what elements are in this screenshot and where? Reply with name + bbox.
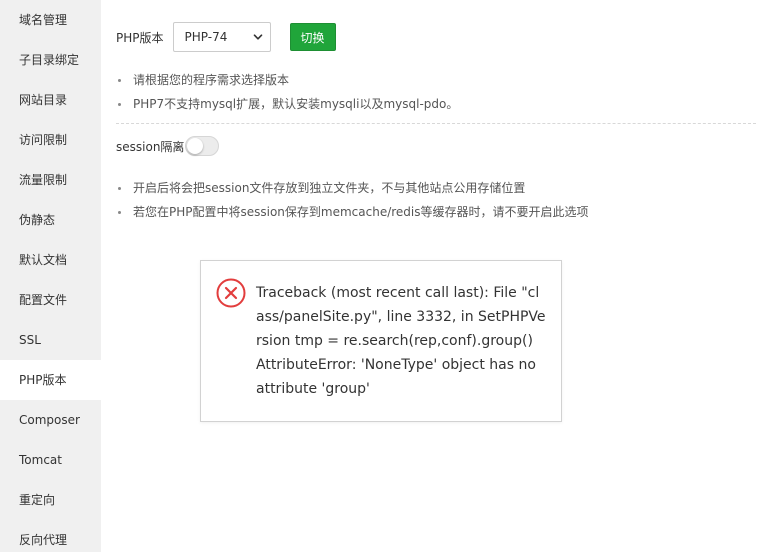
php-version-row: PHP版本 PHP-74 切换	[116, 22, 336, 52]
sidebar-item-subdir-binding[interactable]: 子目录绑定	[0, 40, 101, 80]
sidebar-item-access-limit[interactable]: 访问限制	[0, 120, 101, 160]
session-isolation-label: session隔离	[116, 139, 185, 154]
main-content: PHP版本 PHP-74 切换 请根据您的程序需求选择版本 PHP7不支持mys…	[101, 0, 766, 552]
error-circle-icon	[216, 278, 246, 308]
sidebar-item-php-version[interactable]: PHP版本	[0, 360, 101, 400]
list-item: 若您在PHP配置中将session保存到memcache/redis等缓存器时，…	[118, 200, 589, 224]
php-tips-list: 请根据您的程序需求选择版本 PHP7不支持mysql扩展，默认安装mysqli以…	[118, 68, 458, 116]
sidebar-item-traffic-limit[interactable]: 流量限制	[0, 160, 101, 200]
error-dialog: Traceback (most recent call last): File …	[200, 260, 562, 422]
sidebar-item-config-file[interactable]: 配置文件	[0, 280, 101, 320]
sidebar-item-default-doc[interactable]: 默认文档	[0, 240, 101, 280]
switch-button[interactable]: 切换	[289, 23, 336, 51]
list-item: 请根据您的程序需求选择版本	[118, 68, 458, 92]
chevron-down-icon	[253, 34, 262, 40]
session-tips-list: 开启后将会把session文件存放到独立文件夹，不与其他站点公用存储位置 若您在…	[118, 176, 589, 224]
sidebar-item-tomcat[interactable]: Tomcat	[0, 440, 101, 480]
sidebar-item-domain[interactable]: 域名管理	[0, 0, 101, 40]
sidebar: 域名管理 子目录绑定 网站目录 访问限制 流量限制 伪静态 默认文档 配置文件 …	[0, 0, 101, 552]
toggle-knob	[187, 138, 204, 154]
php-version-selected: PHP-74	[184, 30, 228, 44]
php-version-label: PHP版本	[116, 30, 164, 45]
sidebar-item-ssl[interactable]: SSL	[0, 320, 101, 360]
divider	[116, 123, 756, 124]
sidebar-item-site-directory[interactable]: 网站目录	[0, 80, 101, 120]
sidebar-item-redirect[interactable]: 重定向	[0, 480, 101, 520]
php-version-select[interactable]: PHP-74	[172, 22, 271, 52]
sidebar-item-rewrite[interactable]: 伪静态	[0, 200, 101, 240]
list-item: 开启后将会把session文件存放到独立文件夹，不与其他站点公用存储位置	[118, 176, 589, 200]
sidebar-item-reverse-proxy[interactable]: 反向代理	[0, 520, 101, 560]
session-isolation-row: session隔离	[116, 136, 220, 156]
session-isolation-toggle[interactable]	[185, 136, 220, 156]
sidebar-item-composer[interactable]: Composer	[0, 400, 101, 440]
list-item: PHP7不支持mysql扩展，默认安装mysqli以及mysql-pdo。	[118, 92, 458, 116]
error-message: Traceback (most recent call last): File …	[256, 285, 546, 397]
